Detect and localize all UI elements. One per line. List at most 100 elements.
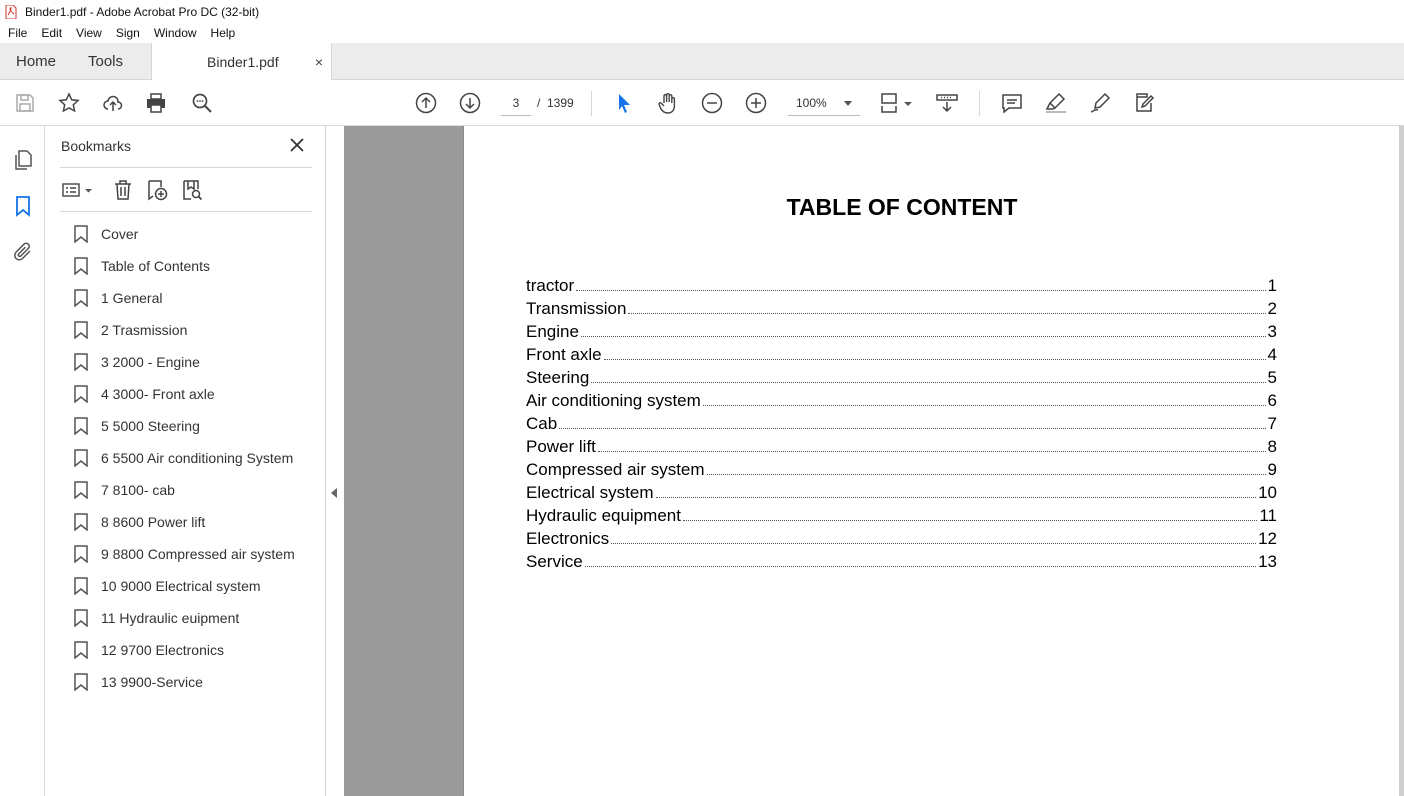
toc-label: Electronics xyxy=(526,529,610,548)
bookmark-item[interactable]: 6 5500 Air conditioning System xyxy=(73,442,323,474)
zoom-value: 100% xyxy=(796,96,827,110)
bookmark-item[interactable]: 4 3000- Front axle xyxy=(73,378,323,410)
find-bookmark-button[interactable] xyxy=(179,177,205,203)
bookmark-label: 10 9000 Electrical system xyxy=(101,578,261,594)
menu-window[interactable]: Window xyxy=(146,26,203,40)
toc-label: Hydraulic equipment xyxy=(526,506,681,525)
bookmark-item[interactable]: Cover xyxy=(73,218,323,250)
bookmark-item[interactable]: 9 8800 Compressed air system xyxy=(73,538,323,570)
toc-leader xyxy=(702,405,1266,406)
bookmark-icon xyxy=(74,545,88,563)
bookmark-item[interactable]: Table of Contents xyxy=(73,250,323,282)
draw-button[interactable] xyxy=(1087,91,1113,115)
panel-divider xyxy=(60,167,312,168)
menu-sign[interactable]: Sign xyxy=(108,26,146,40)
page-display-button[interactable] xyxy=(878,91,914,115)
panel-collapse-handle[interactable] xyxy=(326,126,344,796)
upload-button[interactable] xyxy=(100,91,126,115)
next-page-button[interactable] xyxy=(457,91,483,115)
panel-divider xyxy=(60,211,312,212)
zoom-dropdown[interactable]: 100% xyxy=(788,90,860,116)
menu-edit[interactable]: Edit xyxy=(33,26,68,40)
toc-page: 1 xyxy=(1267,276,1277,295)
close-tab-icon[interactable]: × xyxy=(315,54,323,70)
bookmarks-panel-button[interactable] xyxy=(10,193,36,219)
toc-entry: Service 13 xyxy=(526,549,1277,572)
toc-leader xyxy=(611,543,1257,544)
toc-label: Engine xyxy=(526,322,579,341)
navigation-rail xyxy=(0,126,45,796)
bookmark-label: 6 5500 Air conditioning System xyxy=(101,450,294,466)
attachments-button[interactable] xyxy=(10,239,36,265)
bookmark-icon xyxy=(74,577,88,595)
menu-help[interactable]: Help xyxy=(203,26,242,40)
pen-icon xyxy=(1090,92,1111,113)
toc-entry: Steering 5 xyxy=(526,365,1277,388)
delete-bookmark-button[interactable] xyxy=(110,177,136,203)
chevron-left-icon xyxy=(331,488,337,498)
bookmark-item[interactable]: 1 General xyxy=(73,282,323,314)
bookmark-star-button[interactable] xyxy=(56,91,82,115)
bookmark-item[interactable]: 10 9000 Electrical system xyxy=(73,570,323,602)
bookmark-icon xyxy=(74,417,88,435)
bookmark-label: 1 General xyxy=(101,290,163,306)
select-tool-button[interactable] xyxy=(611,91,637,115)
toc-label: Steering xyxy=(526,368,590,387)
menu-file[interactable]: File xyxy=(0,26,33,40)
vertical-scrollbar[interactable] xyxy=(1399,126,1404,796)
highlighter-icon xyxy=(1045,92,1066,113)
toc-leader xyxy=(655,497,1257,498)
tab-document[interactable]: Binder1.pdf × xyxy=(151,43,332,81)
bookmark-options-button[interactable] xyxy=(60,177,96,203)
bookmark-item[interactable]: 11 Hydraulic euipment xyxy=(73,602,323,634)
print-button[interactable] xyxy=(143,91,169,115)
hand-tool-button[interactable] xyxy=(655,91,681,115)
menu-view[interactable]: View xyxy=(68,26,108,40)
save-button[interactable] xyxy=(12,91,38,115)
toc-leader xyxy=(580,336,1266,337)
bookmark-item[interactable]: 13 9900-Service xyxy=(73,666,323,698)
document-viewer[interactable]: TABLE OF CONTENT tractor 1 Transmission 2 … xyxy=(344,126,1404,796)
bookmark-item[interactable]: 12 9700 Electronics xyxy=(73,634,323,666)
bookmark-item[interactable]: 2 Trasmission xyxy=(73,314,323,346)
bookmark-icon xyxy=(74,513,88,531)
toc-entry: Hydraulic equipment 11 xyxy=(526,503,1277,526)
zoom-out-button[interactable] xyxy=(699,91,725,115)
fill-sign-button[interactable] xyxy=(1131,91,1157,115)
bookmark-item[interactable]: 8 8600 Power lift xyxy=(73,506,323,538)
previous-page-button[interactable] xyxy=(413,91,439,115)
plus-circle-icon xyxy=(745,92,767,114)
page-thumbnails-button[interactable] xyxy=(10,147,36,173)
comment-button[interactable] xyxy=(999,91,1025,115)
new-bookmark-button[interactable] xyxy=(144,177,170,203)
bookmark-item[interactable]: 3 2000 - Engine xyxy=(73,346,323,378)
scroll-mode-button[interactable] xyxy=(934,91,960,115)
comment-icon xyxy=(1002,94,1022,114)
sign-document-icon xyxy=(1136,93,1155,112)
add-bookmark-icon xyxy=(148,180,168,201)
tab-tools[interactable]: Tools xyxy=(88,43,123,80)
arrow-up-circle-icon xyxy=(415,92,437,114)
bookmark-item[interactable]: 7 8100- cab xyxy=(73,474,323,506)
toc-page: 2 xyxy=(1267,299,1277,318)
toolbar-divider xyxy=(979,91,980,116)
bookmark-label: 12 9700 Electronics xyxy=(101,642,224,658)
toc-label: tractor xyxy=(526,276,575,295)
tab-home[interactable]: Home xyxy=(16,43,56,80)
toc-page: 4 xyxy=(1267,345,1277,364)
toc-page: 6 xyxy=(1267,391,1277,410)
zoom-in-button[interactable] xyxy=(743,91,769,115)
toc-entry: Compressed air system 9 xyxy=(526,457,1277,480)
toc-leader xyxy=(706,474,1266,475)
bookmark-icon xyxy=(74,449,88,467)
toc-entry: Front axle 4 xyxy=(526,342,1277,365)
cloud-upload-icon xyxy=(103,95,123,111)
toc-entry: Cab 7 xyxy=(526,411,1277,434)
highlight-button[interactable] xyxy=(1043,91,1069,115)
find-button[interactable] xyxy=(189,91,215,115)
scroll-icon xyxy=(936,94,958,113)
toc-leader xyxy=(628,313,1266,314)
close-icon[interactable] xyxy=(288,136,306,154)
page-number-input[interactable]: 3 xyxy=(501,90,531,116)
bookmark-item[interactable]: 5 5000 Steering xyxy=(73,410,323,442)
